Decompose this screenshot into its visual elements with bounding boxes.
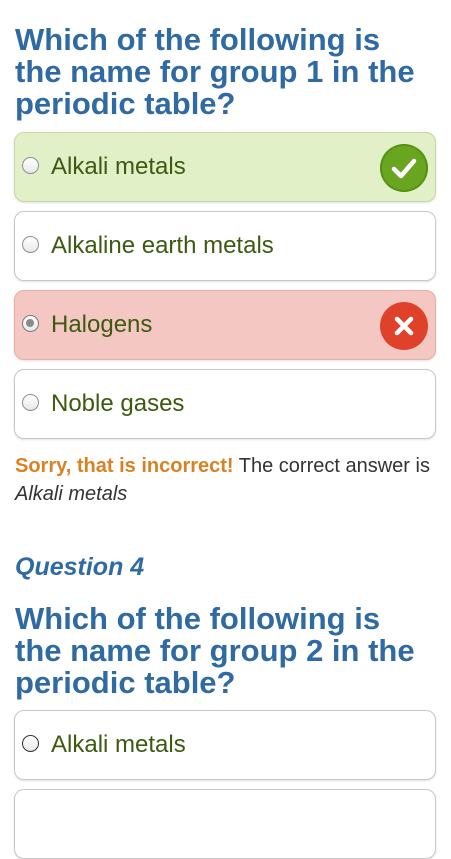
option-alkaline-earth-metals[interactable]: Alkaline earth metals — [14, 211, 436, 281]
radio-button[interactable] — [22, 157, 39, 174]
checkmark-icon — [380, 144, 428, 192]
option-halogens[interactable]: Halogens — [14, 290, 436, 360]
radio-button-selected[interactable] — [22, 315, 39, 332]
option-label: Alkali metals — [51, 153, 186, 180]
radio-button[interactable] — [22, 735, 39, 752]
option-label: Halogens — [51, 311, 153, 338]
option-label: Alkaline earth metals — [51, 232, 274, 259]
option-label: Noble gases — [51, 390, 185, 417]
close-icon — [380, 302, 428, 350]
question-3-text: Which of the following is the name for g… — [15, 22, 415, 121]
option-label: Alkali metals — [51, 731, 186, 758]
correct-answer-prefix: The correct answer is — [233, 455, 430, 477]
radio-button[interactable] — [22, 236, 39, 253]
option-noble-gases[interactable]: Noble gases — [14, 369, 436, 439]
question-4-text: Which of the following is the name for g… — [15, 601, 415, 700]
quiz-page: Which of the following is the name for g… — [0, 0, 451, 859]
answer-feedback: Sorry, that is incorrect! The correct an… — [15, 452, 435, 508]
question-4-number: Question 4 — [15, 553, 145, 581]
option-alkali-metals-q4[interactable]: Alkali metals — [14, 710, 436, 780]
option-alkali-metals[interactable]: Alkali metals — [14, 132, 436, 202]
radio-button[interactable] — [22, 394, 39, 411]
correct-answer-text: Alkali metals — [15, 483, 128, 505]
incorrect-message: Sorry, that is incorrect! — [15, 455, 234, 477]
